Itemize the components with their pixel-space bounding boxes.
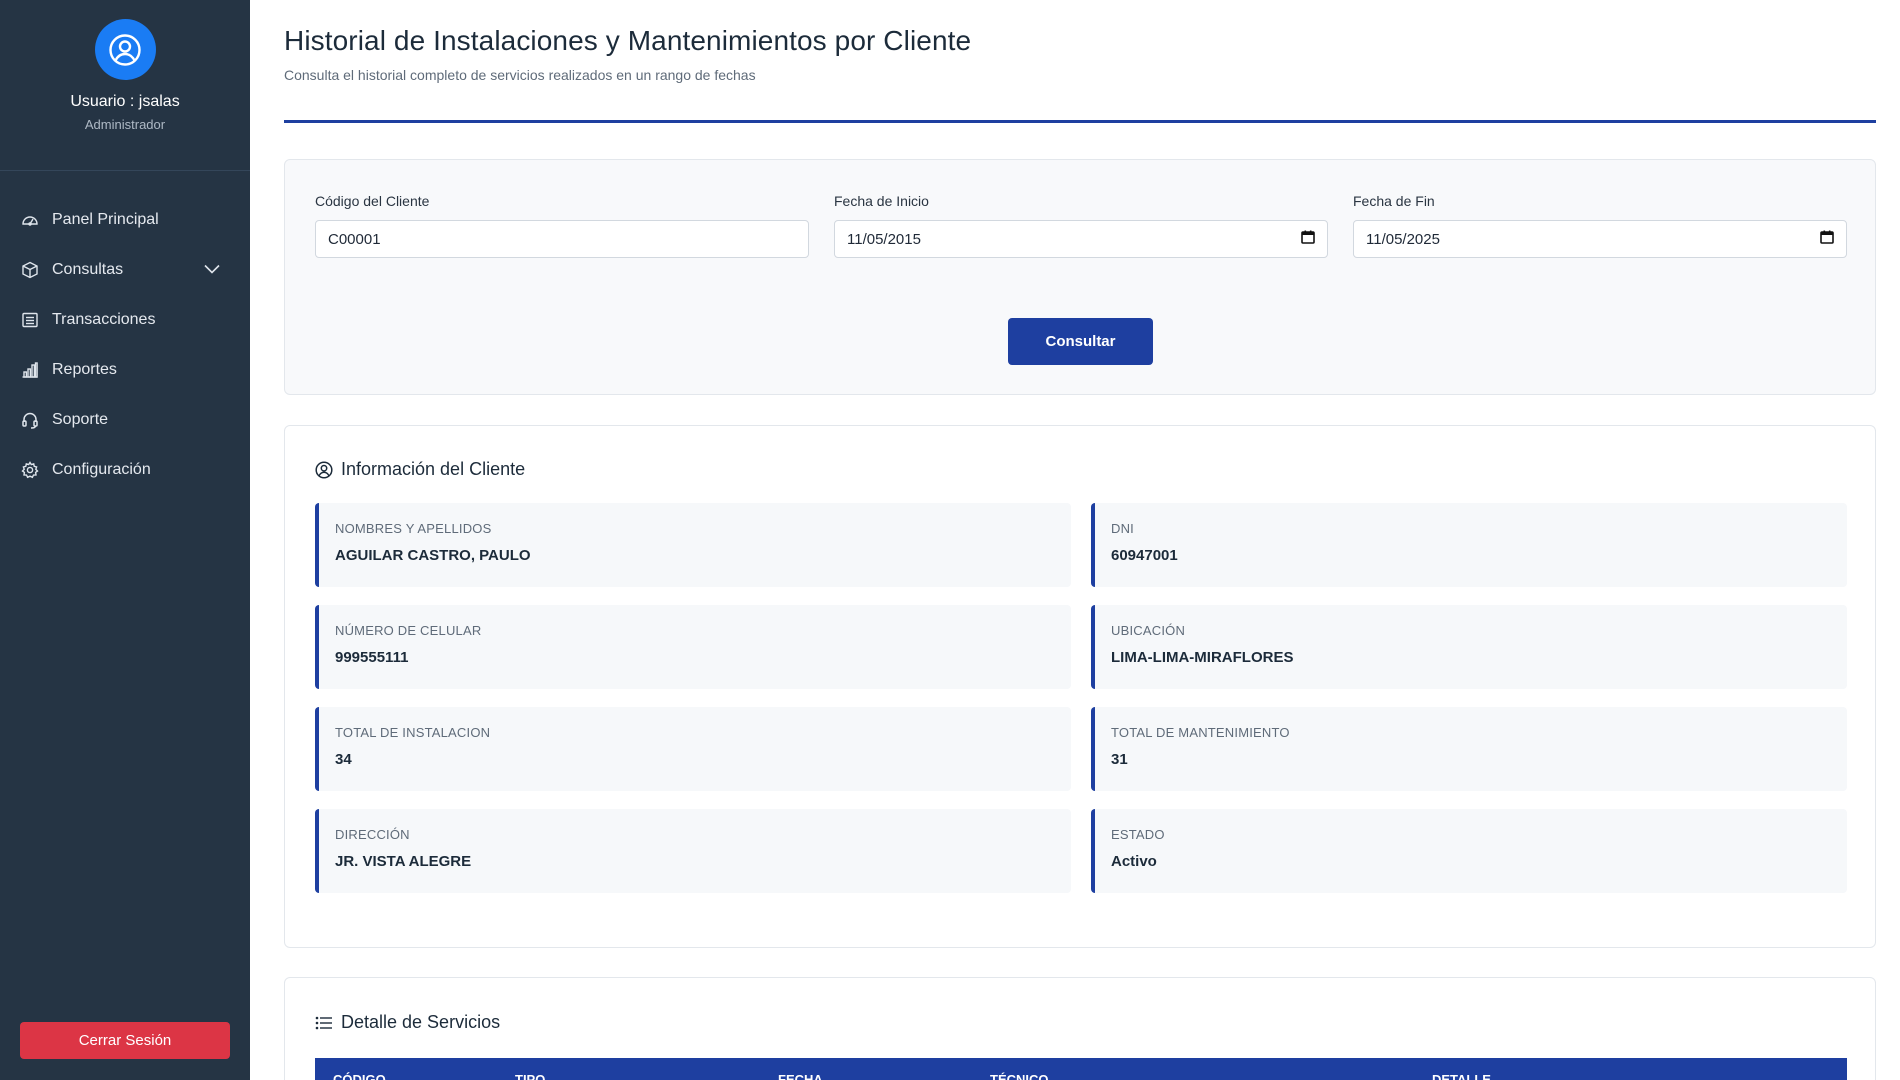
user-role: Administrador bbox=[84, 117, 166, 132]
info-label: Estado bbox=[1111, 827, 1165, 842]
table-icon bbox=[20, 310, 40, 330]
column-header-fecha[interactable]: Fecha bbox=[778, 1072, 823, 1080]
info-label: Ubicación bbox=[1111, 623, 1186, 638]
info-ubicacion: Ubicación LIMA-LIMA-MIRAFLORES bbox=[1091, 605, 1847, 689]
services-table-header: Código Tipo Fecha Técnico Detalle bbox=[315, 1058, 1847, 1080]
end-date-input[interactable]: 11/05/2025 bbox=[1353, 220, 1847, 258]
sidebar-item-reportes[interactable]: Reportes bbox=[0, 345, 250, 395]
info-dni: DNI 60947001 bbox=[1091, 503, 1847, 587]
info-value: JR. VISTA ALEGRE bbox=[335, 853, 472, 870]
sidebar-item-label: Transacciones bbox=[52, 311, 156, 328]
sidebar-item-transacciones[interactable]: Transacciones bbox=[0, 295, 250, 345]
sidebar: Usuario : jsalas Administrador Panel Pri… bbox=[0, 0, 250, 1080]
services-title: Detalle de Servicios bbox=[341, 1012, 501, 1032]
info-value: Activo bbox=[1111, 853, 1157, 870]
info-value: 60947001 bbox=[1111, 547, 1178, 564]
info-label: Total de Instalacion bbox=[335, 725, 491, 740]
client-info-heading: Información del Cliente bbox=[315, 459, 525, 480]
end-date-group: Fecha de Fin 11/05/2025 bbox=[1353, 193, 1847, 258]
sidebar-item-label: Reportes bbox=[52, 361, 117, 378]
info-estado: Estado Activo bbox=[1091, 809, 1847, 893]
column-header-tipo[interactable]: Tipo bbox=[515, 1072, 545, 1080]
user-profile: Usuario : jsalas Administrador bbox=[0, 0, 250, 171]
dashboard-icon bbox=[20, 210, 40, 230]
info-label: Número de Celular bbox=[335, 623, 482, 638]
start-date-label: Fecha de Inicio bbox=[834, 193, 929, 209]
info-label: Dirección bbox=[335, 827, 410, 842]
client-code-value: C00001 bbox=[328, 230, 381, 248]
sidebar-item-label: Soporte bbox=[52, 411, 109, 428]
title-divider bbox=[284, 120, 1876, 123]
user-name: Usuario : jsalas bbox=[70, 93, 180, 110]
info-nombres: Nombres y Apellidos AGUILAR CASTRO, PAUL… bbox=[315, 503, 1071, 587]
column-header-detalle[interactable]: Detalle bbox=[1432, 1072, 1491, 1080]
info-value: 34 bbox=[335, 751, 352, 768]
info-value: 31 bbox=[1111, 751, 1128, 768]
client-code-input[interactable]: C00001 bbox=[315, 220, 809, 258]
calendar-icon[interactable] bbox=[1820, 230, 1834, 248]
info-celular: Número de Celular 999555111 bbox=[315, 605, 1071, 689]
start-date-group: Fecha de Inicio 11/05/2015 bbox=[834, 193, 1328, 258]
calendar-icon[interactable] bbox=[1301, 230, 1315, 248]
logout-button[interactable]: Cerrar Sesión bbox=[20, 1022, 230, 1059]
end-date-label: Fecha de Fin bbox=[1353, 193, 1435, 209]
client-code-label: Código del Cliente bbox=[315, 193, 430, 209]
start-date-input[interactable]: 11/05/2015 bbox=[834, 220, 1328, 258]
sidebar-item-label: Configuración bbox=[52, 461, 151, 478]
column-header-codigo[interactable]: Código bbox=[333, 1072, 386, 1080]
box-icon bbox=[20, 260, 40, 280]
info-value: 999555111 bbox=[335, 649, 409, 666]
sidebar-nav: Panel Principal Consultas Transacciones … bbox=[0, 171, 250, 495]
info-label: DNI bbox=[1111, 521, 1134, 536]
sidebar-item-configuracion[interactable]: Configuración bbox=[0, 445, 250, 495]
services-card: Detalle de Servicios Código Tipo Fecha T… bbox=[284, 977, 1876, 1080]
sidebar-item-label: Panel Principal bbox=[52, 211, 159, 228]
services-heading: Detalle de Servicios bbox=[315, 1012, 500, 1033]
sidebar-item-consultas[interactable]: Consultas bbox=[0, 245, 250, 295]
list-icon bbox=[315, 1015, 333, 1031]
client-code-group: Código del Cliente C00001 bbox=[315, 193, 809, 258]
column-header-tecnico[interactable]: Técnico bbox=[990, 1072, 1049, 1080]
info-label: Nombres y Apellidos bbox=[335, 521, 492, 536]
sidebar-item-label: Consultas bbox=[52, 261, 124, 278]
user-avatar-icon bbox=[94, 19, 156, 80]
info-label: Total de Mantenimiento bbox=[1111, 725, 1290, 740]
info-total-mantenimiento: Total de Mantenimiento 31 bbox=[1091, 707, 1847, 791]
headset-icon bbox=[20, 410, 40, 430]
sidebar-item-panel-principal[interactable]: Panel Principal bbox=[0, 195, 250, 245]
client-info-card: Información del Cliente Nombres y Apelli… bbox=[284, 425, 1876, 948]
page-title: Historial de Instalaciones y Mantenimien… bbox=[284, 25, 972, 56]
start-date-value: 11/05/2015 bbox=[847, 230, 921, 248]
bar-chart-icon bbox=[20, 360, 40, 380]
user-circle-icon bbox=[315, 460, 333, 479]
sidebar-item-soporte[interactable]: Soporte bbox=[0, 395, 250, 445]
info-direccion: Dirección JR. VISTA ALEGRE bbox=[315, 809, 1071, 893]
client-info-title: Información del Cliente bbox=[341, 459, 526, 479]
info-value: AGUILAR CASTRO, PAULO bbox=[335, 547, 531, 564]
gear-icon bbox=[20, 460, 40, 480]
filter-panel: Código del Cliente C00001 Fecha de Inici… bbox=[284, 159, 1876, 395]
end-date-value: 11/05/2025 bbox=[1366, 230, 1440, 248]
chevron-down-icon[interactable] bbox=[204, 261, 220, 279]
info-total-instalacion: Total de Instalacion 34 bbox=[315, 707, 1071, 791]
page-subtitle: Consulta el historial completo de servic… bbox=[284, 67, 756, 83]
info-value: LIMA-LIMA-MIRAFLORES bbox=[1111, 649, 1294, 666]
consultar-button[interactable]: Consultar bbox=[1008, 318, 1153, 365]
